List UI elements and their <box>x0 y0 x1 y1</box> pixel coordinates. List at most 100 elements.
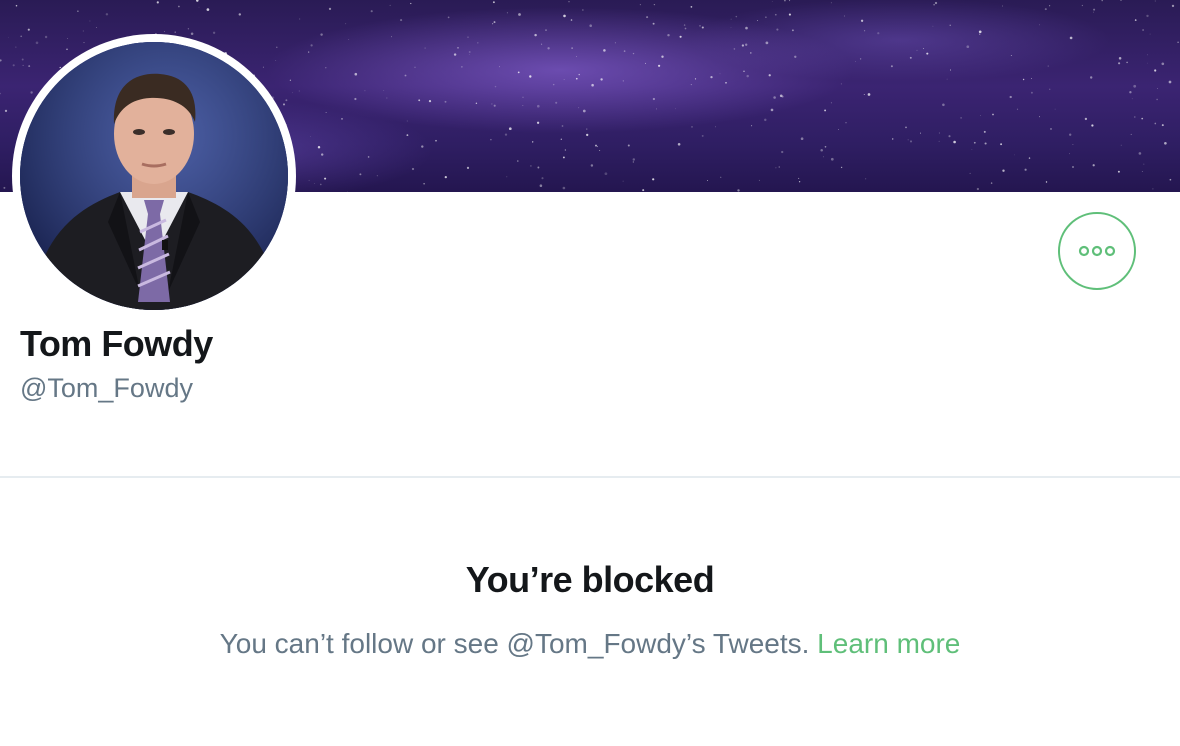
star <box>537 166 540 169</box>
star <box>942 103 945 107</box>
star <box>694 78 697 80</box>
star <box>756 20 758 22</box>
star <box>174 31 176 33</box>
star <box>536 121 540 124</box>
star <box>309 136 311 137</box>
star <box>860 19 864 22</box>
star <box>771 1 773 2</box>
star <box>750 52 752 54</box>
star <box>1069 153 1070 155</box>
star <box>477 42 479 44</box>
star <box>907 139 909 141</box>
star <box>467 36 469 38</box>
star <box>534 33 537 37</box>
star <box>560 138 562 140</box>
star <box>1133 84 1137 88</box>
star <box>1141 117 1144 120</box>
star <box>457 47 459 49</box>
star <box>966 45 970 49</box>
avatar[interactable] <box>20 42 288 310</box>
avatar-photo <box>20 42 288 310</box>
star <box>710 75 713 79</box>
more-options-button[interactable] <box>1058 212 1136 290</box>
star <box>1154 69 1157 72</box>
star <box>1161 62 1165 66</box>
star <box>383 90 385 92</box>
star <box>1169 178 1172 181</box>
star <box>840 166 843 169</box>
star <box>1045 181 1048 183</box>
star <box>475 102 478 105</box>
star <box>798 177 800 179</box>
star <box>776 28 779 31</box>
star <box>632 52 635 55</box>
star <box>923 48 925 50</box>
star <box>781 150 784 154</box>
star <box>743 70 745 72</box>
star <box>529 75 532 78</box>
star <box>948 135 951 138</box>
star <box>830 102 832 104</box>
star <box>1002 169 1005 172</box>
star <box>275 60 277 61</box>
star <box>541 177 544 180</box>
star <box>28 65 31 68</box>
star <box>563 79 565 80</box>
star <box>589 24 592 27</box>
star <box>391 36 392 38</box>
star <box>789 0 791 2</box>
star <box>196 0 199 2</box>
star <box>683 24 686 26</box>
star <box>652 97 656 101</box>
star <box>292 92 293 94</box>
star <box>466 166 470 169</box>
star <box>1024 168 1027 171</box>
star <box>320 183 322 186</box>
star <box>289 79 292 81</box>
star <box>1118 57 1122 60</box>
star <box>386 97 388 99</box>
star <box>1072 144 1074 146</box>
star <box>285 99 288 102</box>
star <box>354 97 357 101</box>
star <box>453 53 457 56</box>
star <box>411 167 415 171</box>
star <box>414 66 416 68</box>
star <box>89 20 91 22</box>
star <box>1134 116 1136 118</box>
star <box>310 44 313 47</box>
star <box>552 83 555 86</box>
star <box>1143 163 1145 165</box>
star <box>1030 91 1033 94</box>
star <box>919 132 922 134</box>
star <box>1028 157 1031 159</box>
star <box>1010 55 1012 57</box>
star <box>359 173 362 176</box>
star <box>823 156 824 158</box>
star <box>1146 14 1149 18</box>
star <box>1049 5 1051 7</box>
star <box>105 13 109 16</box>
star <box>1093 11 1094 13</box>
star <box>778 166 780 168</box>
star <box>568 1 570 3</box>
star <box>1142 29 1145 31</box>
star <box>653 3 656 6</box>
star <box>317 145 321 149</box>
star <box>15 46 17 48</box>
star <box>934 1 938 5</box>
star <box>389 4 391 6</box>
star <box>35 41 39 45</box>
star <box>1130 133 1132 135</box>
star <box>530 165 532 167</box>
star <box>774 13 777 16</box>
learn-more-link[interactable]: Learn more <box>817 628 960 659</box>
star <box>1000 143 1003 146</box>
star <box>699 25 701 27</box>
star <box>824 145 827 148</box>
star <box>83 42 85 44</box>
star <box>1146 62 1148 64</box>
star <box>575 77 578 80</box>
star <box>582 9 584 11</box>
star <box>314 183 316 184</box>
